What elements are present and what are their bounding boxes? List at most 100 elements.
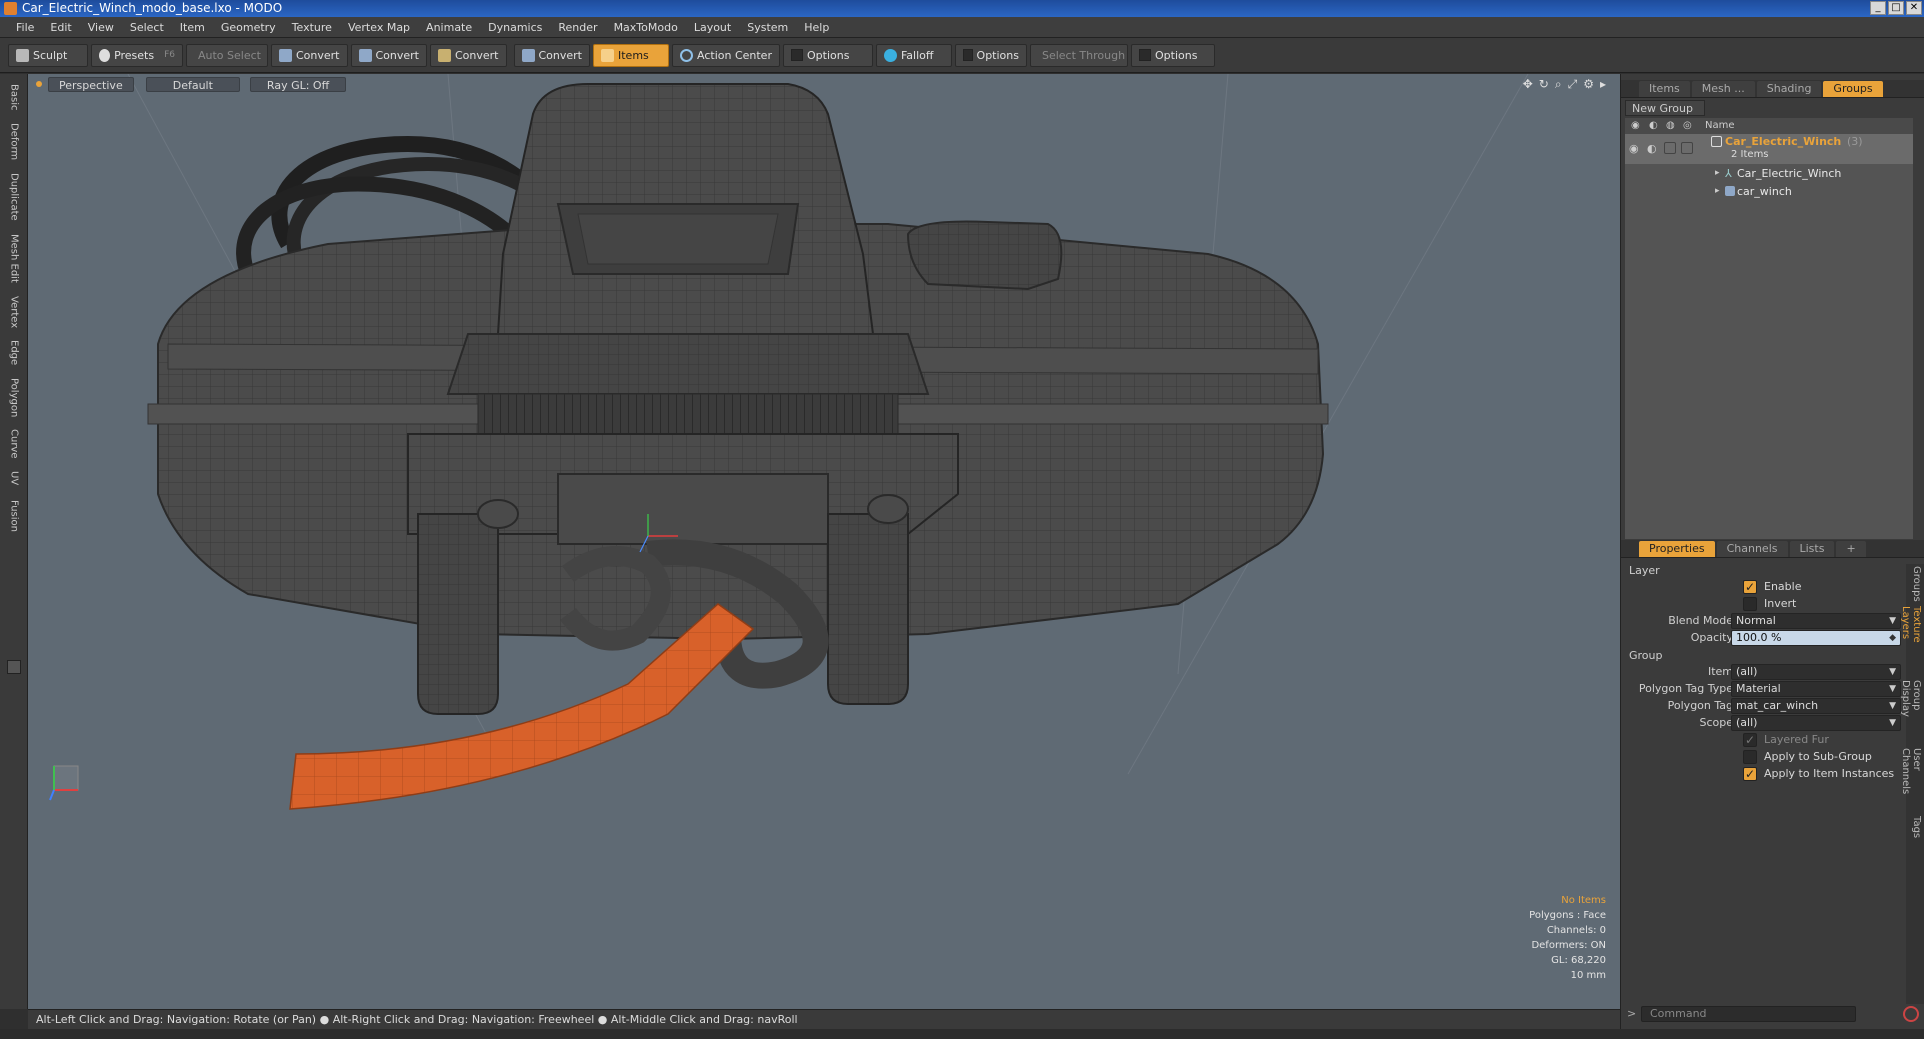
command-input[interactable]: Command: [1641, 1006, 1856, 1022]
polygon-tag-dropdown[interactable]: mat_car_winch ▼: [1731, 698, 1901, 714]
menu-texture[interactable]: Texture: [284, 21, 340, 34]
menu-animate[interactable]: Animate: [418, 21, 480, 34]
tab-curve[interactable]: Curve: [4, 428, 24, 460]
tab-mesh[interactable]: Mesh ...: [1691, 80, 1755, 97]
group-child-row[interactable]: ▸ ⅄ Car_Electric_Winch: [1625, 166, 1913, 182]
menu-edit[interactable]: Edit: [42, 21, 79, 34]
falloff-button[interactable]: Falloff: [875, 43, 952, 67]
tab-duplicate[interactable]: Duplicate: [4, 172, 24, 222]
rotate-view-icon[interactable]: ↻: [1539, 77, 1549, 92]
select-through-options-button[interactable]: Options: [1130, 43, 1215, 67]
minimize-button[interactable]: _: [1870, 1, 1886, 15]
menu-geometry[interactable]: Geometry: [213, 21, 284, 34]
name-column-header[interactable]: Name: [1705, 118, 1735, 134]
group-child-row[interactable]: ▸ car_winch: [1625, 184, 1913, 200]
group-row[interactable]: ◉ ◐ Car_Electric_Winch (3) 2 Items: [1625, 134, 1913, 164]
lock-toggle[interactable]: [1664, 142, 1676, 154]
viewport-options-icon[interactable]: [36, 81, 42, 87]
items-mode-button[interactable]: Items: [593, 43, 669, 67]
channels-stat: Channels: 0: [1546, 925, 1606, 936]
viewport-menu-icon[interactable]: ▸: [1600, 77, 1606, 92]
sculpt-button[interactable]: Sculpt: [8, 43, 88, 67]
viewport-settings-icon[interactable]: ⚙: [1583, 77, 1594, 92]
tab-vertex[interactable]: Vertex: [4, 294, 24, 330]
menu-help[interactable]: Help: [796, 21, 837, 34]
apply-subgroup-label: Apply to Sub-Group: [1764, 750, 1872, 763]
layered-fur-checkbox[interactable]: ✓: [1743, 733, 1757, 747]
tab-uv[interactable]: UV: [4, 468, 24, 488]
expand-icon[interactable]: ▸: [1715, 168, 1720, 178]
render-column-icon: ◐: [1649, 120, 1658, 131]
convert-polygons-button[interactable]: Convert: [430, 43, 507, 67]
chevron-down-icon: ▼: [1889, 616, 1896, 626]
select-through-button[interactable]: Select Through: [1029, 43, 1128, 67]
maximize-button[interactable]: □: [1888, 1, 1904, 15]
expand-toggle[interactable]: [7, 660, 21, 674]
eye-icon[interactable]: ◉: [1629, 142, 1641, 155]
view-type-dropdown[interactable]: Perspective: [48, 76, 134, 92]
menu-dynamics[interactable]: Dynamics: [480, 21, 550, 34]
side-tab-user-channels[interactable]: User Channels: [1900, 748, 1922, 812]
child-name: car_winch: [1737, 185, 1792, 198]
blend-mode-dropdown[interactable]: Normal ▼: [1731, 613, 1901, 629]
menu-view[interactable]: View: [80, 21, 122, 34]
menu-maxtomodo[interactable]: MaxToModo: [606, 21, 686, 34]
apply-instances-checkbox[interactable]: ✓: [1743, 767, 1757, 781]
side-tab-texture-layers[interactable]: Texture Layers: [1900, 606, 1922, 676]
new-group-button[interactable]: New Group: [1625, 100, 1705, 116]
side-tab-tags[interactable]: Tags: [1908, 816, 1922, 846]
tab-edge[interactable]: Edge: [4, 338, 24, 368]
3d-viewport[interactable]: Perspective Default Ray GL: Off ✥ ↻ ⌕ ⤢ …: [28, 74, 1620, 1009]
polygons-stat: Polygons : Face: [1529, 910, 1606, 921]
render-icon[interactable]: ◐: [1647, 142, 1659, 155]
slider-icon[interactable]: ◆: [1889, 631, 1896, 645]
falloff-options-button[interactable]: Options: [954, 43, 1027, 67]
tab-fusion[interactable]: Fusion: [4, 496, 24, 536]
tab-groups[interactable]: Groups: [1823, 80, 1883, 97]
tab-mesh-edit[interactable]: Mesh Edit: [4, 232, 24, 284]
presets-button[interactable]: Presets F6: [91, 43, 183, 67]
auto-select-button[interactable]: Auto Select: [186, 43, 268, 67]
group-section-header[interactable]: Group: [1629, 649, 1663, 662]
layer-section-header[interactable]: Layer: [1629, 564, 1660, 577]
tab-shading[interactable]: Shading: [1756, 80, 1822, 97]
tab-basic[interactable]: Basic: [4, 82, 24, 112]
menu-bar: File Edit View Select Item Geometry Text…: [0, 17, 1924, 38]
menu-file[interactable]: File: [8, 21, 42, 34]
convert-icon: [438, 48, 451, 62]
invert-checkbox[interactable]: [1743, 597, 1757, 611]
shading-dropdown[interactable]: Default: [145, 76, 240, 92]
convert-edges-button[interactable]: Convert: [350, 43, 427, 67]
deformers-stat: Deformers: ON: [1531, 940, 1606, 951]
menu-layout[interactable]: Layout: [686, 21, 739, 34]
raygl-dropdown[interactable]: Ray GL: Off: [249, 76, 347, 92]
action-center-options-button[interactable]: Options: [782, 43, 873, 67]
move-view-icon[interactable]: ✥: [1523, 77, 1533, 92]
zoom-view-icon[interactable]: ⌕: [1555, 77, 1562, 92]
tab-deform[interactable]: Deform: [4, 122, 24, 162]
tab-polygon[interactable]: Polygon: [4, 376, 24, 420]
scope-dropdown[interactable]: (all) ▼: [1731, 715, 1901, 731]
action-center-button[interactable]: Action Center: [672, 43, 780, 67]
menu-vertex-map[interactable]: Vertex Map: [340, 21, 418, 34]
tab-items[interactable]: Items: [1639, 80, 1690, 97]
side-tab-groups[interactable]: Groups: [1908, 566, 1922, 602]
record-icon[interactable]: [1903, 1006, 1919, 1022]
menu-item[interactable]: Item: [172, 21, 213, 34]
convert-vertices-button[interactable]: Convert: [271, 43, 348, 67]
opacity-field[interactable]: 100.0 % ◆: [1731, 630, 1901, 646]
invert-label: Invert: [1764, 597, 1797, 610]
fit-view-icon[interactable]: ⤢: [1568, 77, 1578, 92]
polygon-tag-type-dropdown[interactable]: Material ▼: [1731, 681, 1901, 697]
menu-select[interactable]: Select: [122, 21, 172, 34]
item-dropdown[interactable]: (all) ▼: [1731, 664, 1901, 680]
expand-icon[interactable]: ▸: [1715, 186, 1720, 196]
convert-materials-button[interactable]: Convert: [513, 43, 590, 67]
menu-system[interactable]: System: [739, 21, 796, 34]
apply-subgroup-checkbox[interactable]: [1743, 750, 1757, 764]
close-button[interactable]: ✕: [1906, 1, 1922, 15]
menu-render[interactable]: Render: [550, 21, 605, 34]
side-tab-group-display[interactable]: Group Display: [1900, 680, 1922, 744]
select-toggle[interactable]: [1681, 142, 1693, 154]
enable-checkbox[interactable]: ✓: [1743, 580, 1757, 594]
